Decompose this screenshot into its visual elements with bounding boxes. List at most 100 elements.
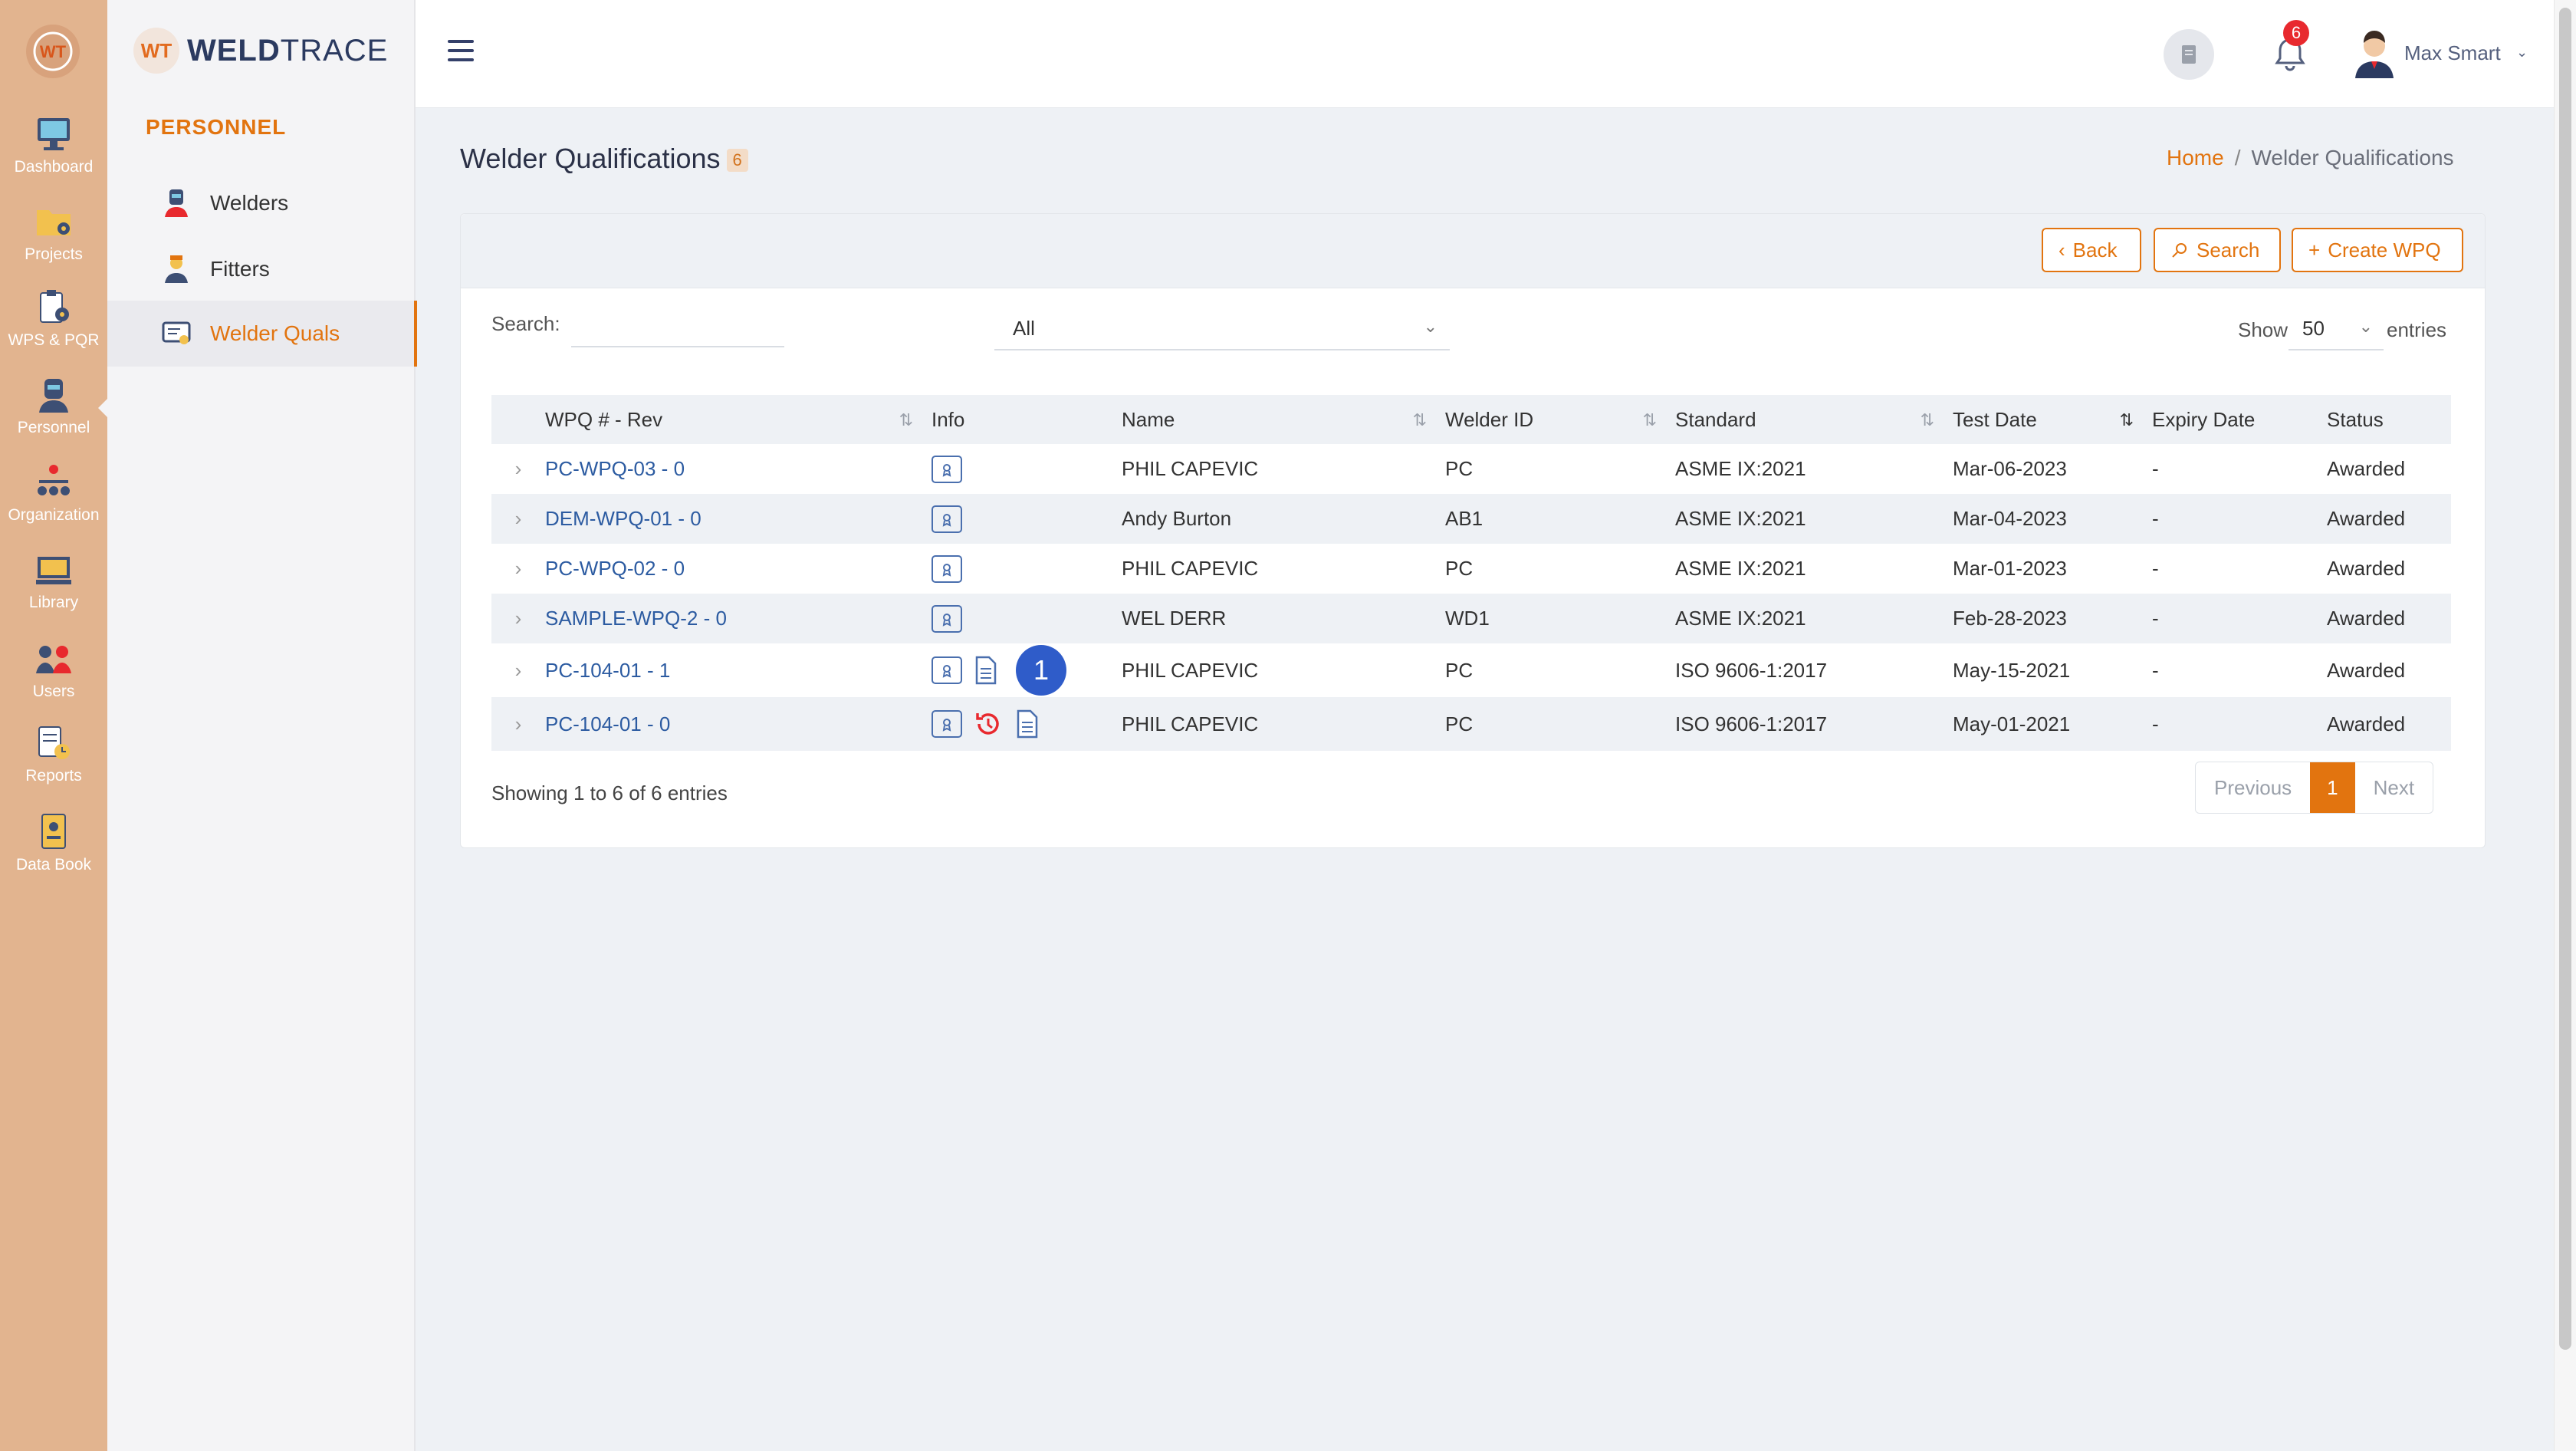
column-header-wpq[interactable]: WPQ # - Rev ⇅ xyxy=(545,395,932,444)
document-icon[interactable] xyxy=(973,655,999,686)
rail-item-data-book[interactable]: Data Book xyxy=(0,813,107,874)
rail-item-users[interactable]: Users xyxy=(0,640,107,701)
column-header-welder-id[interactable]: Welder ID ⇅ xyxy=(1445,395,1675,444)
table-row[interactable]: › PC-104-01 - 1 1 PHIL CAPEVIC PC ISO 96… xyxy=(491,643,2451,697)
rail-item-dashboard[interactable]: Dashboard xyxy=(0,115,107,176)
breadcrumb-home-link[interactable]: Home xyxy=(2167,146,2224,169)
table-info: Showing 1 to 6 of 6 entries xyxy=(491,781,728,804)
rail-item-personnel[interactable]: Personnel xyxy=(0,376,109,437)
table-row[interactable]: › SAMPLE-WPQ-2 - 0 WEL DERR WD1 ASME IX:… xyxy=(491,594,2451,643)
expand-row-chevron-icon[interactable]: › xyxy=(491,697,545,751)
page-scrollbar[interactable] xyxy=(2554,0,2576,1451)
sidebar-item-fitters[interactable]: Fitters xyxy=(107,236,414,302)
rail-item-organization[interactable]: Organization xyxy=(0,463,107,525)
wpq-link[interactable]: PC-WPQ-02 - 0 xyxy=(545,544,932,594)
hamburger-menu-icon[interactable] xyxy=(448,40,474,63)
qualifications-card: ‹ Back Search + Create WPQ Search: All ⌄ S… xyxy=(460,213,2486,848)
certificate-badge-icon[interactable] xyxy=(932,505,962,533)
library-icon xyxy=(36,557,71,584)
page-size-select[interactable]: 50 ⌄ xyxy=(2288,308,2384,350)
certificate-badge-icon[interactable] xyxy=(932,604,962,633)
wpq-link[interactable]: PC-WPQ-03 - 0 xyxy=(545,444,932,494)
create-wpq-button[interactable]: + Create WPQ xyxy=(2292,228,2463,272)
wpq-link[interactable]: PC-104-01 - 1 xyxy=(545,643,932,697)
status-filter-select[interactable]: All ⌄ xyxy=(994,308,1450,350)
sidebar-item-welders[interactable]: Welders xyxy=(107,170,414,236)
status-cell: Awarded xyxy=(2327,607,2406,630)
back-button[interactable]: ‹ Back xyxy=(2042,228,2141,272)
sort-icon[interactable]: ⇅ xyxy=(1413,410,1427,430)
name-cell: PHIL CAPEVIC xyxy=(1122,457,1259,480)
status-cell: Awarded xyxy=(2327,557,2406,580)
sidebar-item-label: Welders xyxy=(210,191,289,215)
certificate-badge-icon[interactable] xyxy=(932,554,962,583)
sort-desc-icon[interactable]: ⇅ xyxy=(2120,410,2134,430)
breadcrumb-current: Welder Qualifications xyxy=(2251,146,2454,169)
expiry-date-cell: - xyxy=(2152,457,2159,480)
name-cell: PHIL CAPEVIC xyxy=(1122,712,1259,735)
info-cell: 1 xyxy=(932,643,1122,697)
certificate-badge-icon[interactable] xyxy=(932,710,962,738)
rail-item-projects[interactable]: Projects xyxy=(0,202,107,264)
expiry-date-cell: - xyxy=(2152,507,2159,530)
brand-logo[interactable]: WT WELDTRACE xyxy=(133,28,388,74)
avatar[interactable] xyxy=(2348,26,2401,80)
rail-item-reports[interactable]: Reports xyxy=(0,724,107,785)
user-name[interactable]: Max Smart xyxy=(2404,41,2501,65)
previous-page-button[interactable]: Previous xyxy=(2196,762,2310,813)
sort-icon[interactable]: ⇅ xyxy=(899,410,913,430)
sort-icon[interactable]: ⇅ xyxy=(1643,410,1657,430)
breadcrumb: Home / Welder Qualifications xyxy=(2167,146,2454,170)
rail-label: Personnel xyxy=(17,419,90,436)
rail-label: Users xyxy=(32,683,75,700)
rail-label: Dashboard xyxy=(14,158,94,176)
table-row[interactable]: › PC-WPQ-02 - 0 PHIL CAPEVIC PC ASME IX:… xyxy=(491,544,2451,594)
wpq-link[interactable]: DEM-WPQ-01 - 0 xyxy=(545,494,932,544)
name-cell: PHIL CAPEVIC xyxy=(1122,658,1259,682)
table-row[interactable]: › PC-WPQ-03 - 0 PHIL CAPEVIC PC ASME IX:… xyxy=(491,444,2451,494)
table-row[interactable]: › DEM-WPQ-01 - 0 Andy Burton AB1 ASME IX… xyxy=(491,494,2451,544)
history-icon[interactable] xyxy=(973,709,1004,739)
column-header-name[interactable]: Name ⇅ xyxy=(1122,395,1445,444)
column-header-standard[interactable]: Standard ⇅ xyxy=(1675,395,1953,444)
scrollbar-thumb[interactable] xyxy=(2559,8,2571,1350)
column-header-status: Status xyxy=(2327,407,2384,431)
info-cell xyxy=(932,444,1122,494)
test-date-cell: May-15-2021 xyxy=(1953,658,2071,682)
entries-label: entries xyxy=(2387,318,2447,341)
page-1-button[interactable]: 1 xyxy=(2310,762,2355,813)
expand-row-chevron-icon[interactable]: › xyxy=(491,444,545,494)
book-button[interactable] xyxy=(2164,29,2214,80)
certificate-badge-icon[interactable] xyxy=(932,656,962,684)
standard-cell: ASME IX:2021 xyxy=(1675,507,1806,530)
wpq-link[interactable]: PC-104-01 - 0 xyxy=(545,697,932,751)
status-cell: Awarded xyxy=(2327,507,2406,530)
document-icon[interactable] xyxy=(1014,709,1040,739)
chevron-down-icon[interactable]: ⌄ xyxy=(2516,44,2528,61)
column-expand xyxy=(491,395,545,444)
expand-row-chevron-icon[interactable]: › xyxy=(491,494,545,544)
table-row[interactable]: › PC-104-01 - 0 PHIL CAPEVIC PC ISO 9606… xyxy=(491,697,2451,751)
sidebar-item-label: Fitters xyxy=(210,257,270,281)
rail-item-wps-pqr[interactable]: WPS & PQR xyxy=(0,288,107,350)
expand-row-chevron-icon[interactable]: › xyxy=(491,643,545,697)
chevron-down-icon: ⌄ xyxy=(1423,317,1438,336)
next-page-button[interactable]: Next xyxy=(2355,762,2433,813)
expand-row-chevron-icon[interactable]: › xyxy=(491,544,545,594)
page-title: Welder Qualifications 6 xyxy=(460,143,748,175)
show-label: Show xyxy=(2238,318,2288,341)
app-logo-icon[interactable]: WT xyxy=(26,25,80,78)
search-button[interactable]: Search xyxy=(2154,228,2281,272)
search-input[interactable] xyxy=(571,309,784,347)
status-cell: Awarded xyxy=(2327,712,2406,735)
wpq-link[interactable]: SAMPLE-WPQ-2 - 0 xyxy=(545,594,932,643)
chevron-down-icon: ⌄ xyxy=(2358,317,2373,336)
certificate-badge-icon[interactable] xyxy=(932,455,962,483)
sidebar-item-welder-quals[interactable]: Welder Quals xyxy=(107,301,417,367)
sort-icon[interactable]: ⇅ xyxy=(1921,410,1934,430)
column-header-test-date[interactable]: Test Date ⇅ xyxy=(1953,395,2152,444)
qualifications-table: WPQ # - Rev ⇅ Info Name ⇅ Welder ID ⇅ Stand… xyxy=(491,395,2451,751)
users-icon xyxy=(36,646,71,673)
rail-item-library[interactable]: Library xyxy=(0,551,107,612)
expand-row-chevron-icon[interactable]: › xyxy=(491,594,545,643)
